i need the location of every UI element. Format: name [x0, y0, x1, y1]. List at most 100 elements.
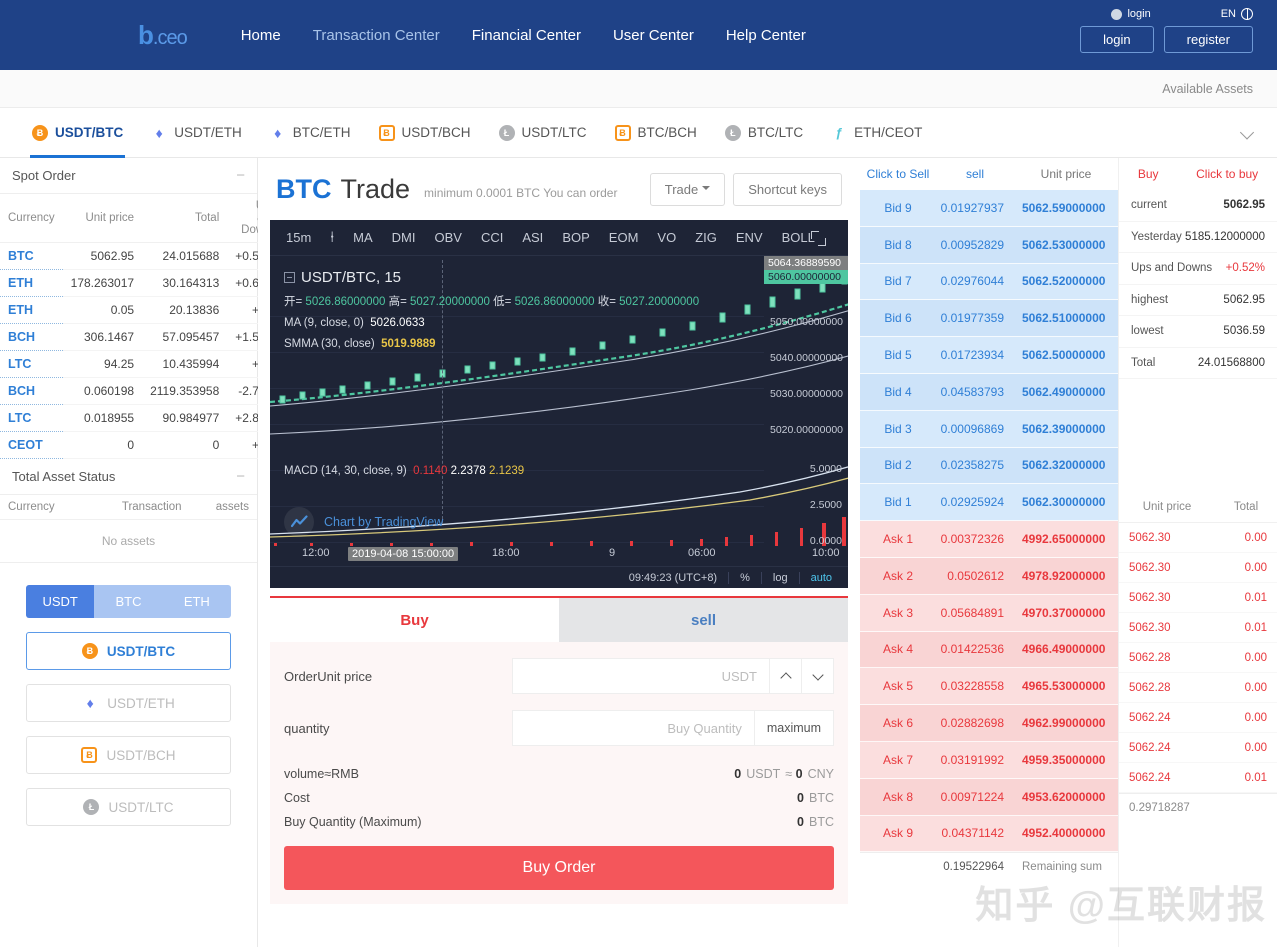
- order-book-row-ask[interactable]: Ask 9 0.04371142 4952.40000000: [860, 815, 1118, 853]
- chevron-down-icon[interactable]: [1242, 126, 1255, 139]
- table-row[interactable]: ETH 178.263017 30.164313 +0.64%: [0, 269, 285, 297]
- chart-tool-eom[interactable]: EOM: [609, 230, 639, 245]
- order-book-row-ask[interactable]: Ask 2 0.0502612 4978.92000000: [860, 557, 1118, 595]
- market-tab-2[interactable]: ♦ BTC/ETH: [256, 108, 365, 158]
- table-row[interactable]: BCH0.0601982119.353958-2.73%: [0, 377, 285, 405]
- table-row[interactable]: BCH 306.1467 57.095457 +1.54%: [0, 323, 285, 351]
- pair-button-1[interactable]: ♦ USDT/ETH: [26, 684, 231, 722]
- maximum-button[interactable]: maximum: [754, 710, 834, 746]
- order-book-row-ask[interactable]: Ask 8 0.00971224 4953.62000000: [860, 778, 1118, 816]
- chart-log-toggle[interactable]: log: [760, 571, 799, 584]
- buy-order-button[interactable]: Buy Order: [284, 846, 834, 890]
- segment-usdt[interactable]: USDT: [26, 585, 95, 618]
- language-selector[interactable]: EN: [1221, 8, 1253, 20]
- order-book-row-bid[interactable]: Bid 9 0.01927937 5062.59000000: [860, 190, 1118, 227]
- order-book-row-bid[interactable]: Bid 6 0.01977359 5062.51000000: [860, 300, 1118, 338]
- tab-sell[interactable]: sell: [559, 598, 848, 642]
- pair-button-0[interactable]: Ƀ USDT/BTC: [26, 632, 231, 670]
- order-book-row-bid[interactable]: Bid 3 0.00096869 5062.39000000: [860, 410, 1118, 448]
- chart-tool-dmi[interactable]: DMI: [392, 230, 416, 245]
- price-chart[interactable]: 15m ⍿ MA DMI OBV CCI ASI BOP EOM VO ZIG ENV BOLL: [270, 220, 848, 588]
- nav-link-1[interactable]: Transaction Center: [313, 27, 440, 44]
- chart-percent-toggle[interactable]: %: [728, 571, 761, 584]
- quantity-input[interactable]: Buy Quantity: [512, 710, 755, 746]
- order-book-row-bid[interactable]: Bid 7 0.02976044 5062.52000000: [860, 263, 1118, 301]
- nav-link-4[interactable]: Help Center: [726, 27, 806, 44]
- spot-currency[interactable]: LTC: [0, 404, 63, 432]
- order-book-row-bid[interactable]: Bid 1 0.02925924 5062.30000000: [860, 484, 1118, 522]
- market-tab-7[interactable]: ƒ ETH/CEOT: [817, 108, 936, 158]
- chart-tool-ma[interactable]: MA: [353, 230, 373, 245]
- collapse-icon[interactable]: −: [236, 469, 245, 484]
- chart-tool-boll[interactable]: BOLL: [782, 230, 815, 245]
- spot-currency[interactable]: LTC: [0, 350, 63, 378]
- login-button[interactable]: login: [1080, 26, 1154, 53]
- table-row[interactable]: ETH0.0520.13836+0%: [0, 296, 285, 324]
- nav-link-3[interactable]: User Center: [613, 27, 694, 44]
- chart-tool-vo[interactable]: VO: [657, 230, 676, 245]
- spot-currency[interactable]: ETH: [0, 296, 63, 324]
- macd-label: MACD (14, 30, close, 9): [284, 465, 407, 477]
- tradingview-credit[interactable]: Chart by TradingView: [284, 507, 443, 537]
- order-book-row-bid[interactable]: Bid 8 0.00952829 5062.53000000: [860, 226, 1118, 264]
- pair-button-2[interactable]: Ƀ USDT/BCH: [26, 736, 231, 774]
- register-button[interactable]: register: [1163, 26, 1253, 53]
- chart-tool-cci[interactable]: CCI: [481, 230, 503, 245]
- pair-button-3[interactable]: Ł USDT/LTC: [26, 788, 231, 826]
- order-book-row-bid[interactable]: Bid 4 0.04583793 5062.49000000: [860, 373, 1118, 411]
- order-book-row-ask[interactable]: Ask 7 0.03191992 4959.35000000: [860, 741, 1118, 779]
- market-stats-panel: Buy Click to buy current 5062.95 Yesterday…: [1118, 158, 1277, 947]
- chart-tool-15m[interactable]: 15m: [286, 230, 311, 245]
- chart-auto-toggle[interactable]: auto: [798, 571, 848, 584]
- price-increment-button[interactable]: [770, 658, 802, 694]
- chart-tool-env[interactable]: ENV: [736, 230, 763, 245]
- click-to-sell-label[interactable]: Click to Sell: [860, 167, 936, 181]
- order-book-row-ask[interactable]: Ask 1 0.00372326 4992.65000000: [860, 521, 1118, 558]
- order-book-row-bid[interactable]: Bid 5 0.01723934 5062.50000000: [860, 337, 1118, 374]
- market-tab-4[interactable]: Ł USDT/LTC: [485, 108, 601, 158]
- nav-link-0[interactable]: Home: [241, 27, 281, 44]
- table-row[interactable]: LTC 0.018955 90.984977 +2.89%: [0, 404, 285, 432]
- spot-currency[interactable]: CEOT: [0, 431, 63, 459]
- chart-tool-obv[interactable]: OBV: [434, 230, 461, 245]
- chart-tool-asi[interactable]: ASI: [522, 230, 543, 245]
- order-book-row-bid[interactable]: Bid 2 0.02358275 5062.32000000: [860, 447, 1118, 485]
- table-row[interactable]: LTC94.2510.435994+0%: [0, 350, 285, 378]
- tab-buy[interactable]: Buy: [270, 598, 559, 642]
- chart-tool-bop[interactable]: BOP: [562, 230, 589, 245]
- table-row[interactable]: CEOT00+0%: [0, 431, 285, 459]
- candle-type-icon[interactable]: ⍿: [330, 229, 334, 246]
- fullscreen-icon[interactable]: [811, 231, 826, 246]
- available-assets-label[interactable]: Available Assets: [1162, 82, 1253, 96]
- segment-eth[interactable]: ETH: [162, 585, 231, 618]
- order-book-row-ask[interactable]: Ask 4 0.01422536 4966.49000000: [860, 631, 1118, 669]
- collapse-icon[interactable]: −: [236, 168, 245, 183]
- collapse-box-icon[interactable]: [284, 272, 295, 284]
- shortcut-keys-button[interactable]: Shortcut keys: [733, 172, 842, 206]
- spot-currency[interactable]: BCH: [0, 377, 63, 405]
- spot-currency[interactable]: BTC: [0, 242, 63, 270]
- order-book-row-ask[interactable]: Ask 3 0.05684891 4970.37000000: [860, 594, 1118, 632]
- spot-currency[interactable]: BCH: [0, 323, 63, 351]
- order-price-input[interactable]: USDT: [512, 658, 770, 694]
- sidebar: Spot Order − CurrencyUnit priceTotalUps …: [0, 158, 285, 947]
- bid-price: 5062.50000000: [1022, 348, 1106, 363]
- account-status[interactable]: login: [1111, 8, 1151, 20]
- market-tab-3[interactable]: Ƀ USDT/BCH: [365, 108, 485, 158]
- order-book-row-ask[interactable]: Ask 6 0.02882698 4962.99000000: [860, 705, 1118, 742]
- segment-btc[interactable]: BTC: [94, 585, 163, 618]
- chart-tool-zig[interactable]: ZIG: [695, 230, 717, 245]
- order-book-row-ask[interactable]: Ask 5 0.03228558 4965.53000000: [860, 668, 1118, 706]
- click-to-buy-label[interactable]: Click to buy: [1196, 167, 1258, 181]
- price-decrement-button[interactable]: [802, 658, 834, 694]
- market-tab-0[interactable]: Ƀ USDT/BTC: [18, 108, 137, 158]
- bid-name: Bid 3: [884, 421, 912, 436]
- site-logo[interactable]: b .ceo: [138, 20, 188, 51]
- nav-link-2[interactable]: Financial Center: [472, 27, 581, 44]
- market-tab-1[interactable]: ♦ USDT/ETH: [137, 108, 256, 158]
- spot-currency[interactable]: ETH: [0, 269, 63, 297]
- trade-dropdown-button[interactable]: Trade: [649, 172, 726, 206]
- market-tab-6[interactable]: Ł BTC/LTC: [711, 108, 817, 158]
- table-row[interactable]: BTC 5062.95 24.015688 +0.52%: [0, 242, 285, 270]
- market-tab-5[interactable]: Ƀ BTC/BCH: [601, 108, 711, 158]
